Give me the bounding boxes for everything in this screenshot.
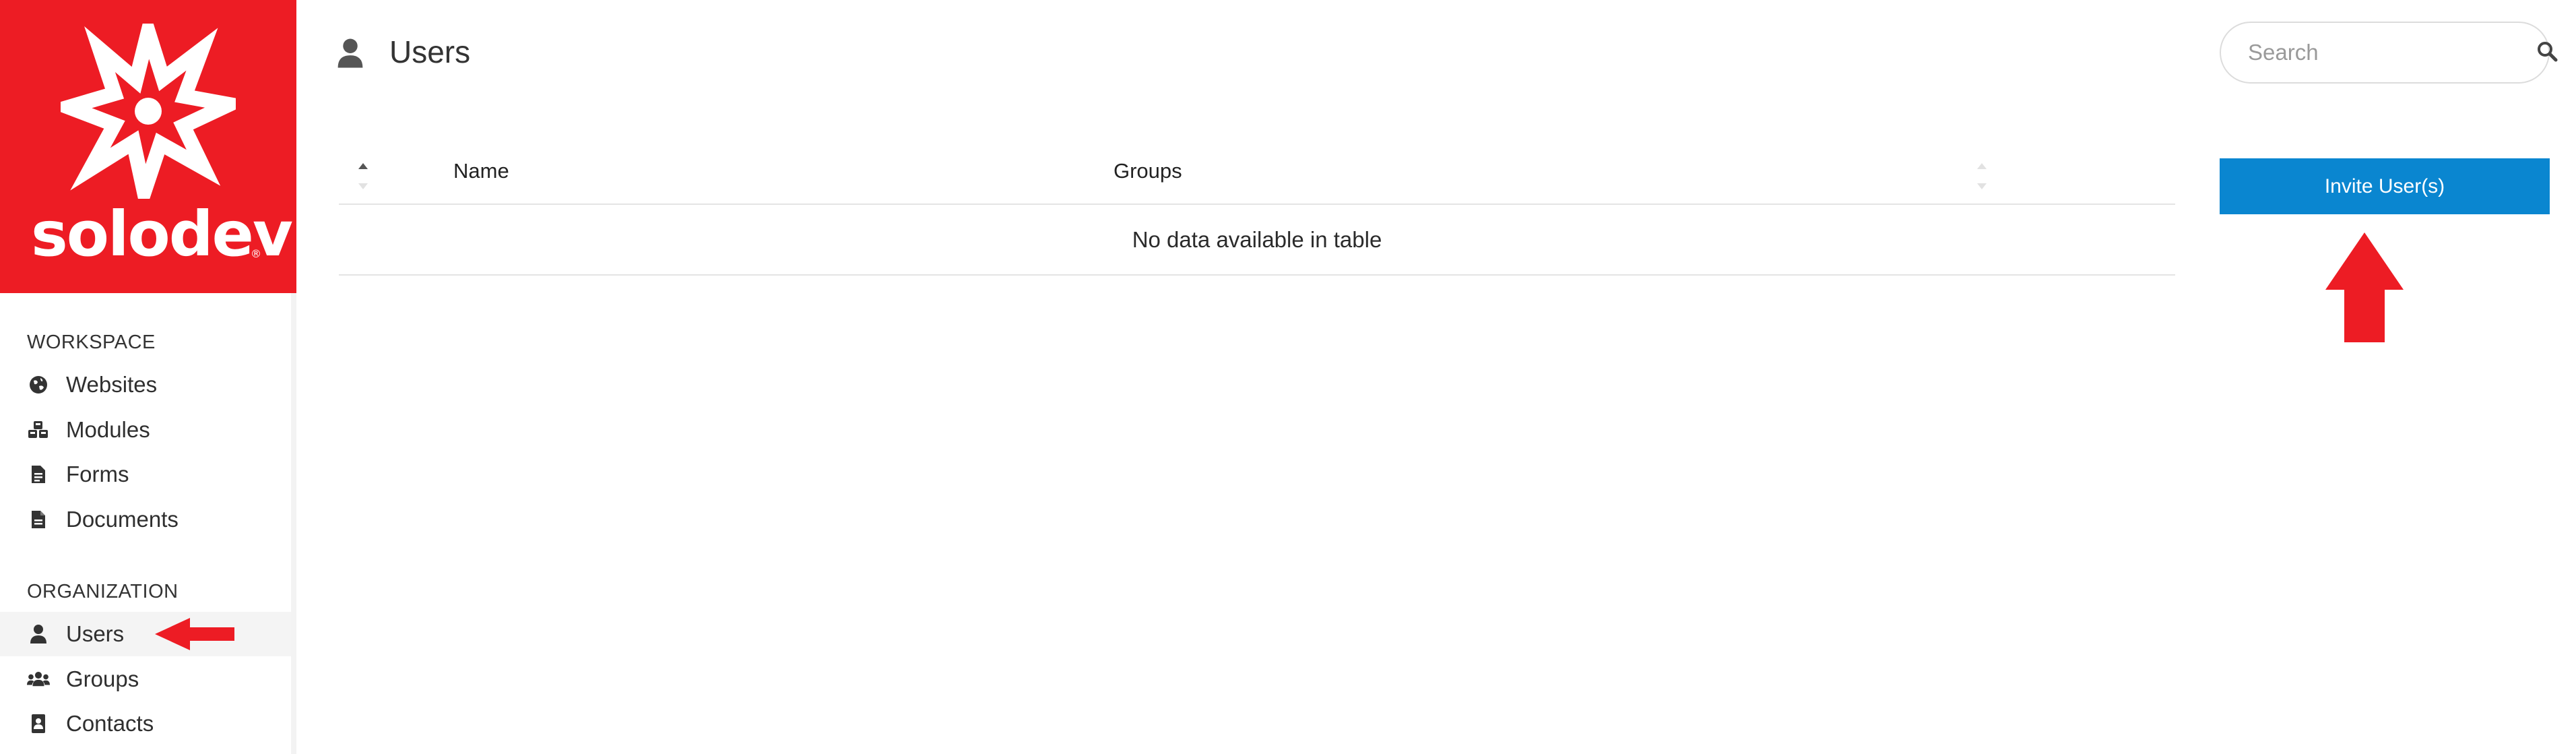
user-icon — [27, 623, 50, 646]
sidebar-item-modules[interactable]: Modules — [0, 408, 291, 452]
column-header-name[interactable]: Name — [453, 159, 509, 183]
search-input[interactable] — [2247, 39, 2536, 66]
sidebar-item-label: Modules — [66, 417, 150, 442]
sidebar-item-documents[interactable]: Documents — [0, 497, 291, 542]
annotation-arrow-left-icon — [155, 618, 234, 650]
registered-mark: ® — [251, 247, 261, 260]
page-title: Users — [389, 34, 471, 69]
sidebar-item-forms[interactable]: Forms — [0, 452, 291, 497]
sidebar-item-label: Users — [66, 621, 125, 646]
user-icon — [337, 38, 364, 72]
sort-ascending-icon[interactable] — [358, 163, 368, 169]
section-title-workspace: WORKSPACE — [27, 332, 156, 353]
search-icon[interactable] — [2536, 40, 2558, 66]
column-header-groups[interactable]: Groups — [1114, 159, 1182, 183]
sidebar-item-contacts[interactable]: Contacts — [0, 701, 291, 746]
file-form-icon — [27, 463, 50, 486]
sidebar-item-label: Groups — [66, 666, 139, 691]
users-group-icon — [27, 668, 50, 691]
starburst-logo-icon — [61, 24, 236, 199]
sidebar-item-users[interactable]: Users — [0, 612, 291, 656]
annotation-arrow-up-icon — [2325, 232, 2404, 342]
sidebar-item-label: Forms — [66, 462, 129, 486]
sort-ascending-icon[interactable] — [1977, 163, 1987, 169]
table-empty-message: No data available in table — [339, 205, 2175, 276]
sidebar-item-label: Contacts — [66, 711, 154, 736]
cubes-icon — [27, 418, 50, 441]
users-table-header: Name Groups — [339, 147, 2175, 205]
sidebar-item-websites[interactable]: Websites — [0, 363, 291, 407]
sort-descending-icon[interactable] — [1977, 183, 1987, 189]
solodev-logo[interactable]: solodev ® — [0, 0, 296, 293]
sidebar: solodev ® WORKSPACE Websites Modules For… — [0, 0, 296, 754]
invite-users-button[interactable]: Invite User(s) — [2220, 158, 2550, 214]
sort-descending-icon[interactable] — [358, 183, 368, 189]
sidebar-item-label: Websites — [66, 372, 158, 397]
sidebar-item-label: Documents — [66, 507, 179, 532]
search-field[interactable] — [2220, 22, 2558, 84]
globe-icon — [27, 373, 50, 396]
document-icon — [27, 508, 50, 531]
section-title-organization: ORGANIZATION — [27, 581, 179, 602]
address-book-icon — [27, 712, 50, 735]
sidebar-item-groups[interactable]: Groups — [0, 657, 291, 701]
